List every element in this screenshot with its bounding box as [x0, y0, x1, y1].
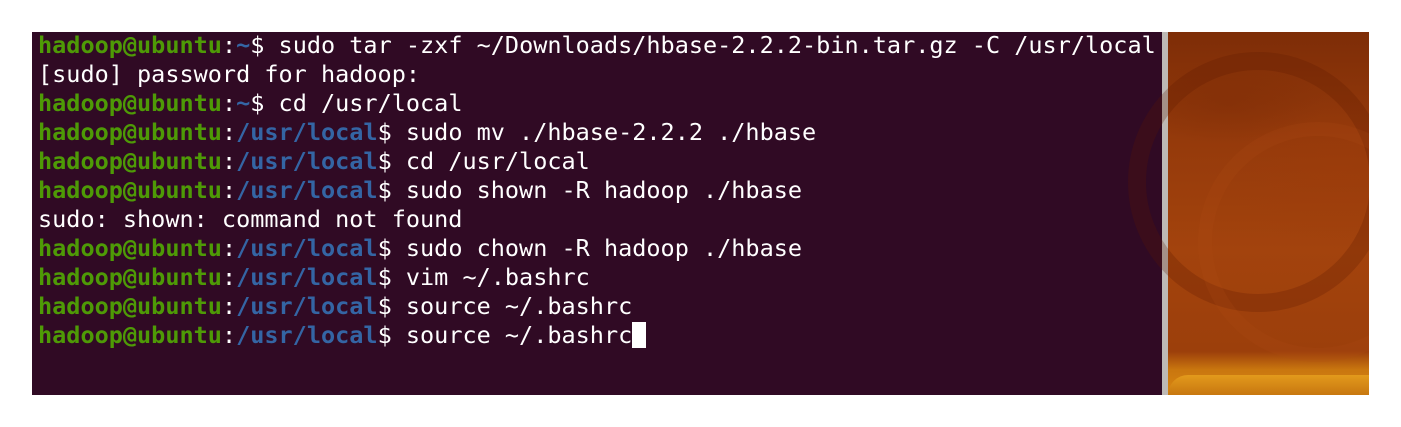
prompt-symbol: $: [377, 118, 406, 146]
prompt-user: hadoop@ubuntu: [38, 176, 222, 204]
command-text: sudo tar -zxf ~/Downloads/hbase-2.2.2-bi…: [278, 32, 1156, 59]
desktop-wallpaper: [1128, 32, 1369, 395]
command-text: cd /usr/local: [278, 89, 463, 117]
terminal-command-line: hadoop@ubuntu:~$ sudo tar -zxf ~/Downloa…: [38, 32, 1156, 60]
output-text: sudo: shown: command not found: [38, 205, 463, 233]
terminal-command-line: hadoop@ubuntu:/usr/local$ sudo chown -R …: [38, 234, 802, 263]
terminal-cursor: [632, 322, 647, 348]
terminal-window[interactable]: hadoop@ubuntu:~$ sudo tar -zxf ~/Downloa…: [32, 32, 1162, 395]
prompt-symbol: $: [377, 321, 406, 349]
prompt-separator: :: [221, 32, 237, 59]
prompt-separator: :: [221, 234, 237, 262]
prompt-directory: /usr/local: [236, 292, 378, 320]
terminal-command-line: hadoop@ubuntu:/usr/local$ vim ~/.bashrc: [38, 263, 590, 292]
prompt-separator: :: [221, 321, 237, 349]
prompt-separator: :: [221, 89, 237, 117]
prompt-user: hadoop@ubuntu: [38, 321, 222, 349]
prompt-directory: ~: [236, 89, 251, 117]
prompt-symbol: $: [250, 32, 279, 59]
command-text: sudo mv ./hbase-2.2.2 ./hbase: [405, 118, 817, 146]
terminal-command-line: hadoop@ubuntu:/usr/local$ sudo shown -R …: [38, 176, 802, 205]
command-text: sudo shown -R hadoop ./hbase: [405, 176, 803, 204]
prompt-symbol: $: [377, 176, 406, 204]
prompt-separator: :: [221, 263, 237, 291]
prompt-user: hadoop@ubuntu: [38, 118, 222, 146]
output-text: [sudo] password for hadoop:: [38, 60, 421, 88]
prompt-directory: ~: [236, 32, 251, 59]
command-text: sudo chown -R hadoop ./hbase: [405, 234, 803, 262]
prompt-symbol: $: [377, 263, 406, 291]
screenshot-frame: hadoop@ubuntu:~$ sudo tar -zxf ~/Downloa…: [32, 32, 1369, 395]
terminal-command-line: hadoop@ubuntu:/usr/local$ sudo mv ./hbas…: [38, 118, 816, 147]
prompt-directory: /usr/local: [236, 234, 378, 262]
terminal-output-line: [sudo] password for hadoop:: [38, 60, 420, 89]
prompt-directory: /usr/local: [236, 176, 378, 204]
prompt-directory: /usr/local: [236, 118, 378, 146]
prompt-directory: /usr/local: [236, 147, 378, 175]
prompt-directory: /usr/local: [236, 263, 378, 291]
prompt-user: hadoop@ubuntu: [38, 147, 222, 175]
prompt-symbol: $: [250, 89, 279, 117]
prompt-symbol: $: [377, 147, 406, 175]
prompt-separator: :: [221, 147, 237, 175]
prompt-user: hadoop@ubuntu: [38, 89, 222, 117]
prompt-user: hadoop@ubuntu: [38, 263, 222, 291]
terminal-command-line: hadoop@ubuntu:/usr/local$ source ~/.bash…: [38, 321, 647, 350]
command-text: cd /usr/local: [405, 147, 590, 175]
command-text: source ~/.bashrc: [405, 292, 633, 320]
prompt-separator: :: [221, 292, 237, 320]
terminal-output-line: sudo: shown: command not found: [38, 205, 462, 234]
command-text: vim ~/.bashrc: [405, 263, 590, 291]
prompt-user: hadoop@ubuntu: [38, 234, 222, 262]
terminal-command-line: hadoop@ubuntu:~$ cd /usr/local: [38, 89, 462, 118]
prompt-symbol: $: [377, 292, 406, 320]
prompt-symbol: $: [377, 234, 406, 262]
prompt-separator: :: [221, 118, 237, 146]
prompt-directory: /usr/local: [236, 321, 378, 349]
wallpaper-highlight: [1168, 375, 1369, 395]
terminal-command-line: hadoop@ubuntu:/usr/local$ cd /usr/local: [38, 147, 590, 176]
command-text: source ~/.bashrc: [405, 321, 633, 349]
terminal-command-line: hadoop@ubuntu:/usr/local$ source ~/.bash…: [38, 292, 632, 321]
prompt-separator: :: [221, 176, 237, 204]
prompt-user: hadoop@ubuntu: [38, 32, 222, 59]
prompt-user: hadoop@ubuntu: [38, 292, 222, 320]
